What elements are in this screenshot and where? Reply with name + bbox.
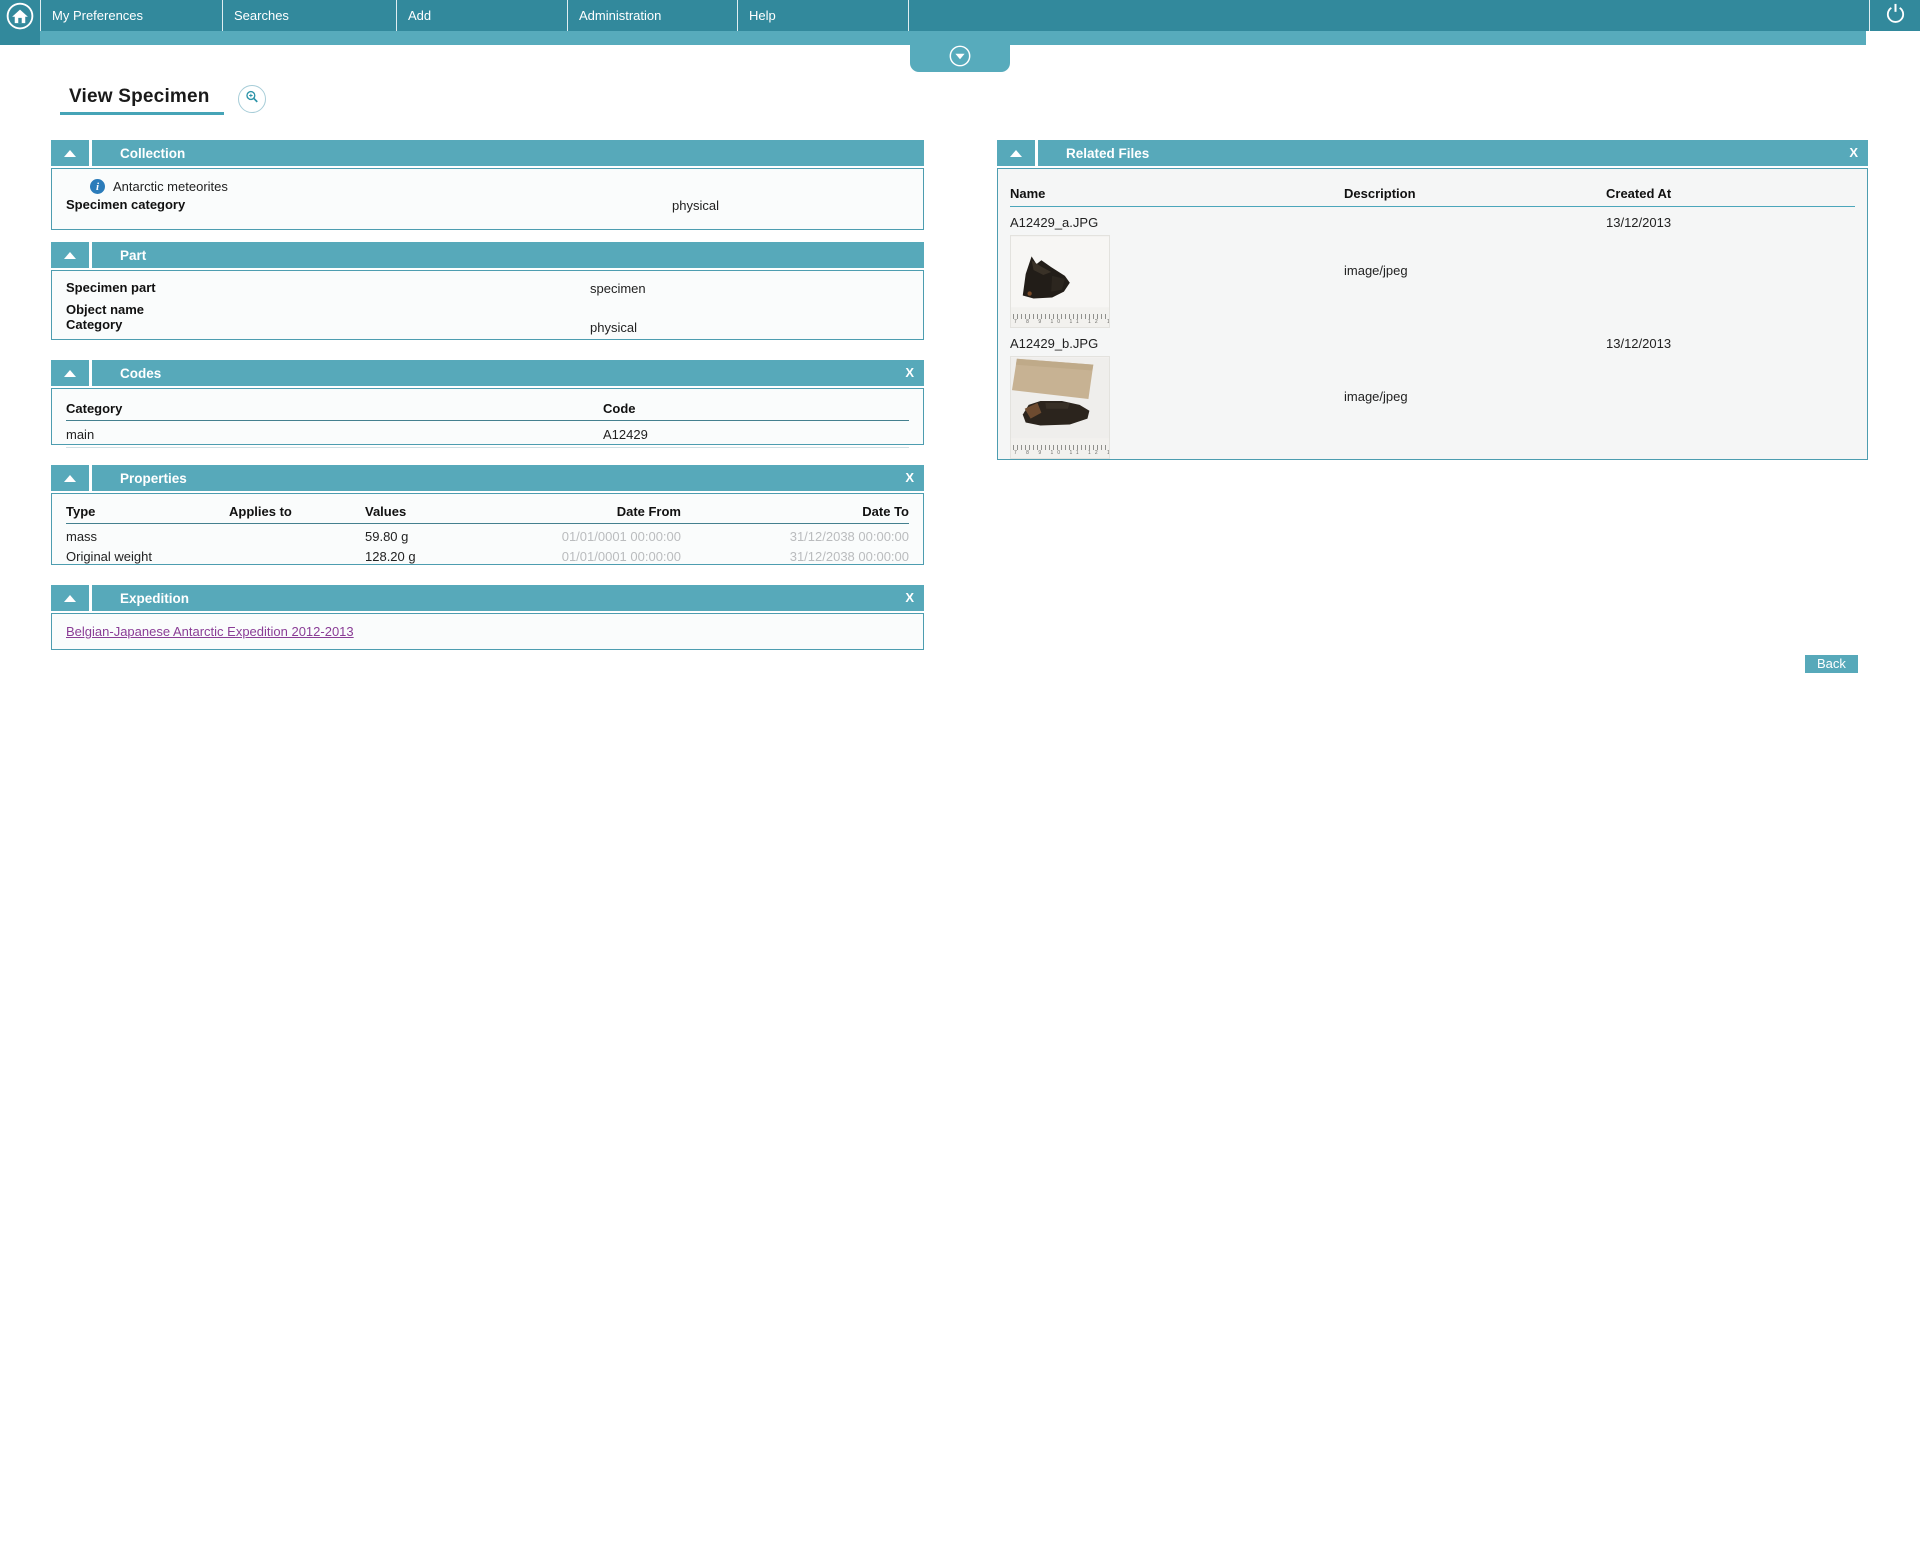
code-value: A12429 — [603, 427, 909, 442]
part-panel: Part Specimen part specimen Object name … — [51, 242, 924, 340]
triangle-up-icon — [64, 370, 76, 377]
property-value: 128.20 g — [365, 549, 505, 564]
file-description: image/jpeg — [1344, 334, 1606, 459]
codes-row: main A12429 — [66, 421, 909, 448]
logout-button[interactable] — [1869, 0, 1920, 31]
properties-header-values: Values — [365, 504, 505, 519]
expedition-link[interactable]: Belgian-Japanese Antarctic Expedition 20… — [66, 624, 354, 639]
menu-item-add[interactable]: Add — [396, 0, 567, 31]
magnifier-icon — [243, 88, 261, 111]
properties-header-date-to: Date To — [681, 504, 909, 519]
chevron-down-icon — [948, 44, 972, 73]
close-icon[interactable]: X — [1849, 140, 1858, 166]
codes-panel-title: Codes — [92, 366, 161, 381]
file-description: image/jpeg — [1344, 213, 1606, 328]
codes-panel: Codes X Category Code main A12429 — [51, 360, 924, 445]
part-panel-title: Part — [92, 248, 146, 263]
menu-item-my-preferences[interactable]: My Preferences — [40, 0, 222, 31]
related-files-header-created-at: Created At — [1606, 186, 1855, 201]
collapse-codes-button[interactable] — [51, 360, 89, 386]
properties-header-date-from: Date From — [505, 504, 681, 519]
collection-panel: Collection i Antarctic meteorites Specim… — [51, 140, 924, 230]
triangle-up-icon — [64, 475, 76, 482]
expedition-panel-title: Expedition — [92, 591, 189, 606]
properties-header-applies-to: Applies to — [229, 504, 365, 519]
properties-header-type: Type — [66, 504, 229, 519]
info-icon[interactable]: i — [90, 179, 105, 194]
property-applies-to — [229, 529, 365, 544]
property-value: 59.80 g — [365, 529, 505, 544]
collapse-properties-button[interactable] — [51, 465, 89, 491]
related-files-header-description: Description — [1344, 186, 1606, 201]
ruler-numbers: 7 8 9 10 11 12 1 — [1011, 319, 1109, 327]
power-icon — [1883, 1, 1908, 31]
property-applies-to — [229, 549, 365, 564]
home-icon — [5, 0, 35, 36]
object-name-label: Object name — [66, 302, 144, 317]
codes-header-category: Category — [66, 401, 603, 416]
close-icon[interactable]: X — [905, 360, 914, 386]
category-value: physical — [590, 320, 637, 335]
triangle-up-icon — [64, 252, 76, 259]
file-created-at: 13/12/2013 — [1606, 334, 1855, 459]
collapse-expedition-button[interactable] — [51, 585, 89, 611]
file-thumbnail[interactable]: 7 8 9 10 11 12 1 — [1010, 235, 1110, 328]
home-button[interactable] — [0, 0, 40, 45]
category-label: Category — [66, 317, 122, 332]
triangle-up-icon — [64, 595, 76, 602]
collapse-part-button[interactable] — [51, 242, 89, 268]
properties-panel-title: Properties — [92, 471, 187, 486]
related-files-panel-title: Related Files — [1038, 146, 1149, 161]
collapse-related-files-button[interactable] — [997, 140, 1035, 166]
property-type: mass — [66, 529, 229, 544]
meteorite-photo — [1011, 357, 1109, 439]
file-thumbnail[interactable]: 7 8 9 10 11 12 13 — [1010, 356, 1110, 459]
related-files-panel: Related Files X Name Description Created… — [997, 140, 1868, 460]
properties-panel: Properties X Type Applies to Values Date… — [51, 465, 924, 565]
file-name[interactable]: A12429_b.JPG — [1010, 334, 1344, 351]
collection-panel-title: Collection — [92, 146, 185, 161]
codes-header-code: Code — [603, 401, 909, 416]
close-icon[interactable]: X — [905, 585, 914, 611]
file-created-at: 13/12/2013 — [1606, 213, 1855, 328]
back-button[interactable]: Back — [1805, 655, 1858, 673]
property-date-from: 01/01/0001 00:00:00 — [505, 529, 681, 544]
collapse-collection-button[interactable] — [51, 140, 89, 166]
expedition-panel: Expedition X Belgian-Japanese Antarctic … — [51, 585, 924, 650]
panel-bottom-strip — [998, 467, 1867, 477]
triangle-up-icon — [64, 150, 76, 157]
main-menu: My Preferences Searches Add Administrati… — [40, 0, 909, 31]
collection-name: Antarctic meteorites — [113, 179, 228, 194]
view-search-button[interactable] — [238, 85, 266, 113]
close-icon[interactable]: X — [905, 465, 914, 491]
related-file-row: A12429_a.JPG 7 8 9 10 11 12 1 image — [1010, 207, 1855, 328]
property-date-to: 31/12/2038 00:00:00 — [681, 529, 909, 544]
related-file-row: A12429_b.JPG 7 8 9 10 11 12 13 — [1010, 328, 1855, 459]
property-row: mass 59.80 g 01/01/0001 00:00:00 31/12/2… — [66, 524, 909, 546]
specimen-part-label: Specimen part — [66, 280, 156, 295]
secondary-bar — [40, 31, 1866, 45]
property-date-from: 01/01/0001 00:00:00 — [505, 549, 681, 564]
menu-item-searches[interactable]: Searches — [222, 0, 396, 31]
file-name[interactable]: A12429_a.JPG — [1010, 213, 1344, 230]
triangle-up-icon — [1010, 150, 1022, 157]
related-files-header-name: Name — [1010, 186, 1344, 201]
property-type: Original weight — [66, 549, 229, 564]
meteorite-photo — [1011, 236, 1109, 308]
menu-item-administration[interactable]: Administration — [567, 0, 737, 31]
property-row: Original weight 128.20 g 01/01/0001 00:0… — [66, 546, 909, 566]
page-title: View Specimen — [60, 84, 224, 115]
specimen-category-label: Specimen category — [66, 197, 185, 212]
specimen-part-value: specimen — [590, 281, 646, 296]
ruler-numbers: 7 8 9 10 11 12 13 — [1011, 450, 1109, 458]
property-date-to: 31/12/2038 00:00:00 — [681, 549, 909, 564]
menu-item-help[interactable]: Help — [737, 0, 909, 31]
code-category-value: main — [66, 427, 603, 442]
expand-menu-tab[interactable] — [910, 45, 1010, 72]
specimen-category-value: physical — [672, 198, 719, 213]
